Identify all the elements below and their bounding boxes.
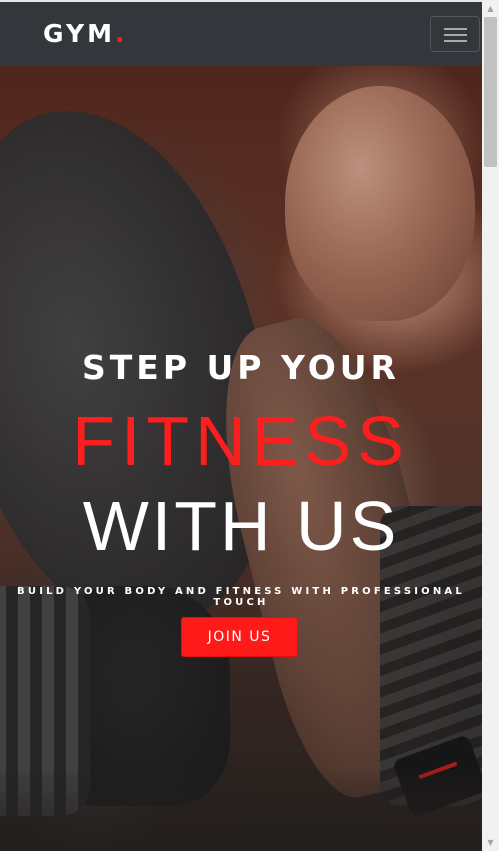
hero-heading-line1: STEP UP YOUR — [82, 348, 400, 387]
hero-heading-line2: FITNESS — [72, 402, 410, 480]
hero-tagline: BUILD YOUR BODY AND FITNESS WITH PROFESS… — [17, 586, 465, 608]
brand-logo[interactable]: GYM. — [43, 19, 127, 48]
brand-dot: . — [114, 19, 128, 48]
scroll-down-arrow-icon[interactable]: ▼ — [482, 834, 499, 851]
hero-heading-line3: WITH US — [82, 487, 400, 565]
hamburger-menu-icon — [444, 34, 467, 36]
hamburger-menu-button[interactable] — [430, 16, 480, 52]
navbar: GYM. — [0, 2, 482, 66]
join-us-button[interactable]: JOIN US — [181, 617, 298, 657]
hamburger-menu-icon — [444, 40, 467, 42]
hero-section: STEP UP YOUR FITNESS WITH US BUILD YOUR … — [0, 66, 482, 851]
vertical-scrollbar[interactable]: ▲ ▼ — [482, 0, 499, 851]
scroll-up-arrow-icon[interactable]: ▲ — [482, 0, 499, 17]
scrollbar-thumb[interactable] — [484, 17, 497, 167]
page-viewport: GYM. STEP UP YOUR FITNESS WITH US BUILD … — [0, 0, 482, 851]
brand-text: GYM — [43, 19, 115, 48]
hamburger-menu-icon — [444, 28, 467, 30]
